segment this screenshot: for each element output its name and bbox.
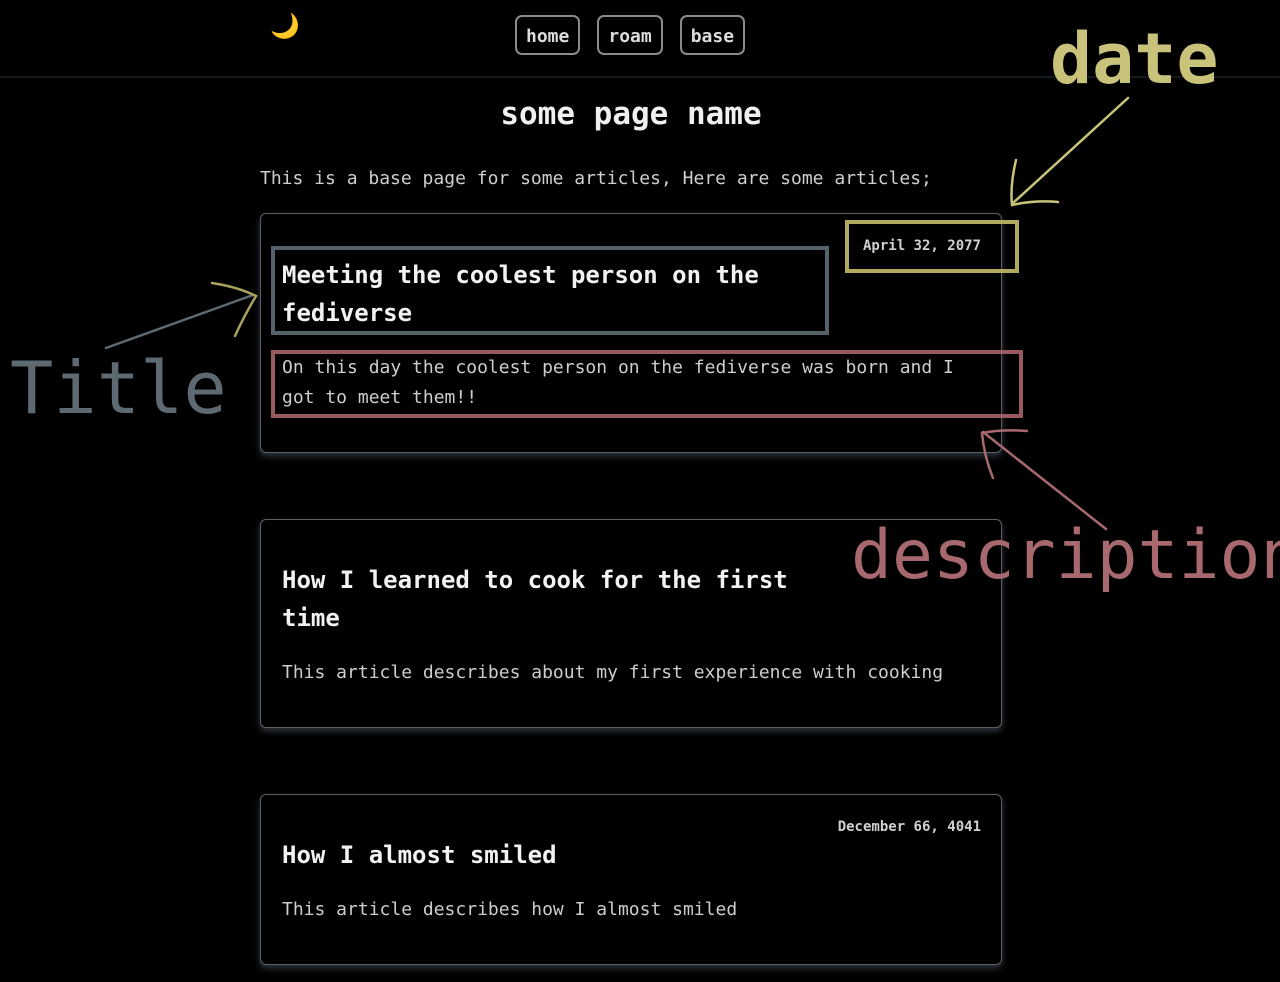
article-description: This article describes how I almost smil… <box>282 899 738 920</box>
title-arrow <box>104 281 258 350</box>
article-description: This article describes about my first ex… <box>282 662 944 683</box>
article-date: December 66, 4041 <box>837 819 981 835</box>
page-title: some page name <box>500 96 762 132</box>
crescent-moon-icon[interactable]: 🌙 <box>270 14 300 38</box>
nav-bar: home roam base <box>515 15 746 55</box>
title-highlight-box <box>271 246 829 335</box>
title-annotation-label: Title <box>10 346 227 430</box>
article-card[interactable]: December 66, 4041 How I almost smiled Th… <box>260 794 1002 965</box>
page: 🌙 home roam base some page name This is … <box>0 0 1280 982</box>
nav-base-button[interactable]: base <box>679 15 746 55</box>
description-highlight-box <box>271 350 1023 418</box>
article-title[interactable]: How I learned to cook for the first time <box>282 561 822 637</box>
article-title[interactable]: How I almost smiled <box>282 836 822 874</box>
description-annotation-label: description <box>851 516 1280 595</box>
date-annotation-label: date <box>1050 18 1219 100</box>
intro-text: This is a base page for some articles, H… <box>260 168 932 189</box>
date-highlight-box <box>845 220 1019 273</box>
nav-home-button[interactable]: home <box>515 15 581 55</box>
nav-roam-button[interactable]: roam <box>597 15 663 55</box>
